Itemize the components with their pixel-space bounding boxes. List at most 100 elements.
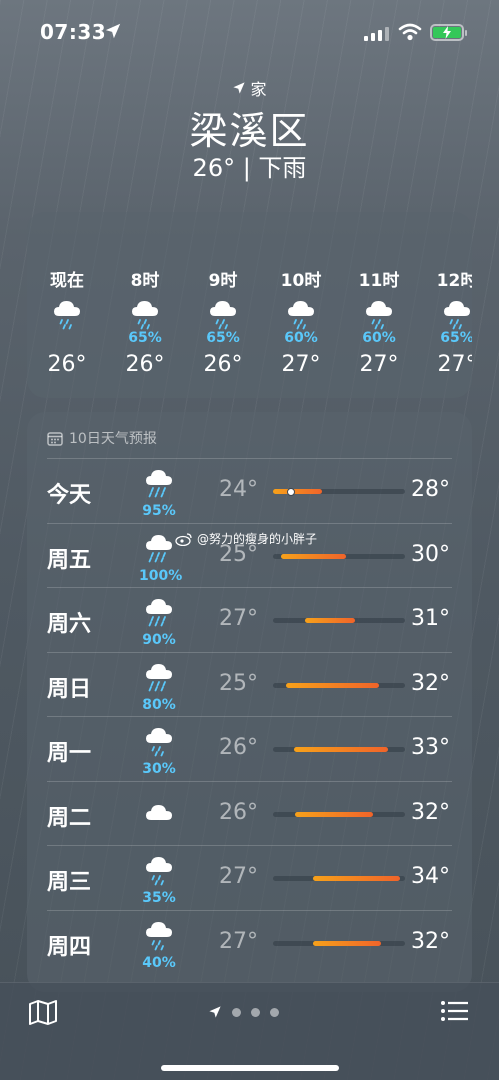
- temp-range-track: [273, 876, 405, 881]
- temp-range-track: [273, 940, 405, 946]
- page-dot[interactable]: [251, 1007, 260, 1017]
- day-icon-wrap: 90%: [139, 596, 179, 648]
- page-indicator[interactable]: [208, 1005, 279, 1019]
- day-icon-wrap: [139, 790, 179, 838]
- rain-icon: [288, 301, 314, 330]
- temp-range-track: [273, 618, 405, 623]
- hour-icon-wrap: [193, 294, 253, 330]
- temp-range-bar: [280, 553, 346, 559]
- map-icon[interactable]: [28, 999, 58, 1025]
- day-high-temp: 32°: [411, 799, 450, 825]
- temp-range-track: [273, 747, 405, 752]
- day-row[interactable]: 周一 30% 26° 33°: [47, 716, 452, 780]
- home-location: 家: [0, 76, 499, 100]
- temp-range-bar: [312, 876, 400, 881]
- day-row[interactable]: 周二 26° 32°: [47, 780, 452, 845]
- temp-range-bar: [304, 618, 355, 623]
- location-arrow-icon: [209, 1006, 221, 1018]
- day-low-temp: 25°: [219, 670, 258, 696]
- day-icon-wrap: 35%: [139, 854, 179, 906]
- day-high-temp: 32°: [411, 670, 450, 696]
- day-name: 周二: [47, 805, 92, 831]
- hour-precip: 60%: [284, 330, 318, 346]
- temp-range-bar: [273, 489, 322, 494]
- signal-icon: [364, 26, 389, 41]
- day-precip: 30%: [142, 761, 176, 777]
- day-row[interactable]: 今天 95% 24° 28°: [47, 458, 452, 522]
- rain-icon: [146, 921, 172, 950]
- rain-icon: [54, 301, 80, 330]
- day-precip: 95%: [142, 503, 176, 519]
- day-name: 周日: [47, 676, 92, 702]
- hour-precip: 65%: [206, 330, 240, 346]
- home-indicator[interactable]: [161, 1065, 339, 1071]
- list-icon[interactable]: [440, 999, 470, 1023]
- day-precip: 90%: [142, 632, 176, 648]
- temp-range-track: [273, 487, 405, 496]
- hour-item: 12时 65% 27°: [427, 266, 472, 377]
- hour-precip: 60%: [362, 330, 396, 346]
- heavy-rain-icon: [146, 599, 172, 627]
- current-conditions: 26° | 下雨: [192, 154, 307, 182]
- day-low-temp: 27°: [219, 928, 258, 954]
- rain-icon: [444, 301, 470, 330]
- daily-forecast-title: 10日天气预报: [69, 431, 157, 447]
- day-high-temp: 32°: [411, 928, 450, 954]
- wifi-icon: [398, 23, 422, 41]
- day-row[interactable]: 周日 80% 25° 32°: [47, 651, 452, 716]
- day-row[interactable]: 周六 90% 27° 31°: [47, 587, 452, 651]
- temp-range-bar: [294, 747, 388, 752]
- heavy-rain-icon: [146, 663, 172, 691]
- hour-precip: 65%: [440, 330, 472, 346]
- hour-icon-wrap: [349, 294, 409, 330]
- hour-label: 10时: [280, 271, 322, 291]
- hourly-list[interactable]: 现在 26° 8时 65% 26° 9时 65% 26° 10时 60% 27° 11时 60% 27° 1…: [27, 266, 473, 396]
- hour-item: 9时 65% 26°: [193, 266, 253, 377]
- hour-item: 现在 26°: [37, 266, 97, 377]
- temp-range-bar: [286, 682, 379, 688]
- day-high-temp: 30°: [411, 541, 450, 567]
- watermark: @努力的瘦身的小胖子: [175, 530, 317, 547]
- hour-icon-wrap: [37, 294, 97, 330]
- day-name: 周五: [47, 547, 92, 573]
- day-icon-wrap: 95%: [139, 467, 179, 519]
- rain-icon: [146, 857, 172, 886]
- day-precip: 100%: [139, 567, 183, 584]
- day-name: 今天: [47, 483, 92, 508]
- hour-icon-wrap: [271, 294, 331, 330]
- hour-temp: 27°: [359, 352, 399, 377]
- home-label: 家: [250, 80, 267, 99]
- day-name: 周六: [47, 612, 92, 637]
- temp-range-track: [273, 682, 405, 688]
- day-row[interactable]: 周三 35% 27° 34°: [47, 845, 452, 909]
- hour-icon-wrap: [427, 294, 472, 330]
- day-high-temp: 28°: [411, 477, 450, 502]
- hour-temp: 26°: [47, 352, 87, 377]
- day-name: 周三: [47, 870, 92, 895]
- hour-label: 12时: [436, 271, 472, 291]
- rain-icon: [366, 301, 392, 330]
- daily-forecast-header: 10日天气预报: [47, 428, 157, 448]
- hour-precip: 65%: [128, 330, 162, 346]
- page-dot[interactable]: [232, 1007, 241, 1017]
- hourly-forecast-card[interactable]: 现在 26° 8时 65% 26° 9时 65% 26° 10时 60% 27° 11时 60% 27° 1…: [27, 212, 472, 398]
- day-precip: 35%: [142, 890, 176, 906]
- location-arrow-icon: [233, 82, 246, 94]
- location-arrow-icon: [105, 23, 121, 39]
- daily-forecast-card[interactable]: 10日天气预报 今天 95% 24° 28° 周五 100% 25° 30° 周六 90% 27° 3…: [27, 412, 472, 992]
- status-time: 07:33: [40, 20, 107, 44]
- hour-item: 11时 60% 27°: [349, 266, 409, 377]
- city-name: 梁溪区: [189, 109, 310, 153]
- day-low-temp: 24°: [219, 477, 258, 502]
- day-icon-wrap: 40%: [139, 919, 179, 971]
- day-precip: 80%: [142, 696, 176, 713]
- hour-temp: 27°: [437, 352, 473, 377]
- day-row[interactable]: 周四 40% 27° 32°: [47, 909, 452, 974]
- day-icon-wrap: 30%: [139, 725, 179, 777]
- hour-precip: [37, 330, 97, 348]
- rain-icon: [146, 728, 172, 757]
- hour-temp: 27°: [281, 352, 321, 377]
- day-precip: 40%: [142, 954, 176, 971]
- page-dot[interactable]: [270, 1007, 279, 1017]
- day-low-temp: 27°: [219, 606, 258, 631]
